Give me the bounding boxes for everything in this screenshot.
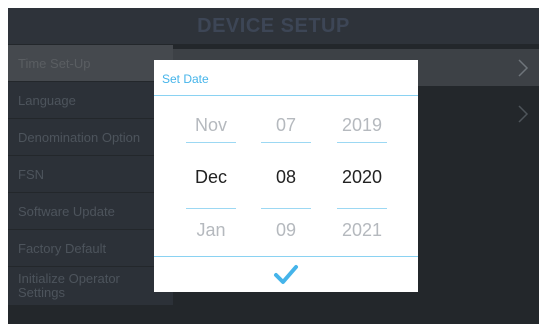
sidebar-item-label: Time Set-Up <box>18 55 91 71</box>
divider <box>154 95 418 96</box>
sidebar-item-label: Factory Default <box>18 240 107 256</box>
divider <box>337 208 387 209</box>
divider <box>154 256 418 257</box>
day-prev-option[interactable]: 07 <box>256 115 316 136</box>
divider <box>337 142 387 143</box>
sidebar-item-label: Denomination Option <box>18 129 141 145</box>
dialog-title: Set Date <box>162 72 209 86</box>
chevron-right-icon <box>517 105 529 123</box>
sidebar-item-initialize-operator-settings[interactable]: Initialize Operator Settings <box>8 267 173 305</box>
sidebar-item-label: Initialize Operator Settings <box>18 271 120 300</box>
check-icon <box>272 263 300 287</box>
day-next-option[interactable]: 09 <box>256 220 316 241</box>
set-date-dialog: Set Date Nov Dec Jan 07 08 09 2019 2020 … <box>154 60 418 292</box>
sidebar-item-label: Language <box>18 92 76 108</box>
sidebar-item-label: FSN <box>18 166 44 182</box>
divider <box>186 208 236 209</box>
sidebar-item-fsn[interactable]: FSN <box>8 156 173 192</box>
divider <box>261 208 311 209</box>
month-next-option[interactable]: Jan <box>181 220 241 241</box>
confirm-button[interactable] <box>272 263 300 287</box>
sidebar-item-factory-default[interactable]: Factory Default <box>8 230 173 266</box>
year-selected-value[interactable]: 2020 <box>332 167 392 188</box>
device-screen: DEVICE SETUP Time Set-Up Language Denomi… <box>8 8 539 324</box>
month-selected-value[interactable]: Dec <box>181 167 241 188</box>
title-bar: DEVICE SETUP <box>8 8 539 44</box>
day-selected-value[interactable]: 08 <box>256 167 316 188</box>
chevron-right-icon <box>517 59 529 77</box>
sidebar-item-software-update[interactable]: Software Update <box>8 193 173 229</box>
sidebar-item-denomination-option[interactable]: Denomination Option <box>8 119 173 155</box>
divider <box>186 142 236 143</box>
year-next-option[interactable]: 2021 <box>332 220 392 241</box>
sidebar: Time Set-Up Language Denomination Option… <box>8 45 173 324</box>
sidebar-item-label: Software Update <box>18 203 115 219</box>
sidebar-item-language[interactable]: Language <box>8 82 173 118</box>
sidebar-item-time-setup[interactable]: Time Set-Up <box>8 45 173 81</box>
month-prev-option[interactable]: Nov <box>181 115 241 136</box>
page-title: DEVICE SETUP <box>197 14 350 37</box>
year-prev-option[interactable]: 2019 <box>332 115 392 136</box>
divider <box>261 142 311 143</box>
